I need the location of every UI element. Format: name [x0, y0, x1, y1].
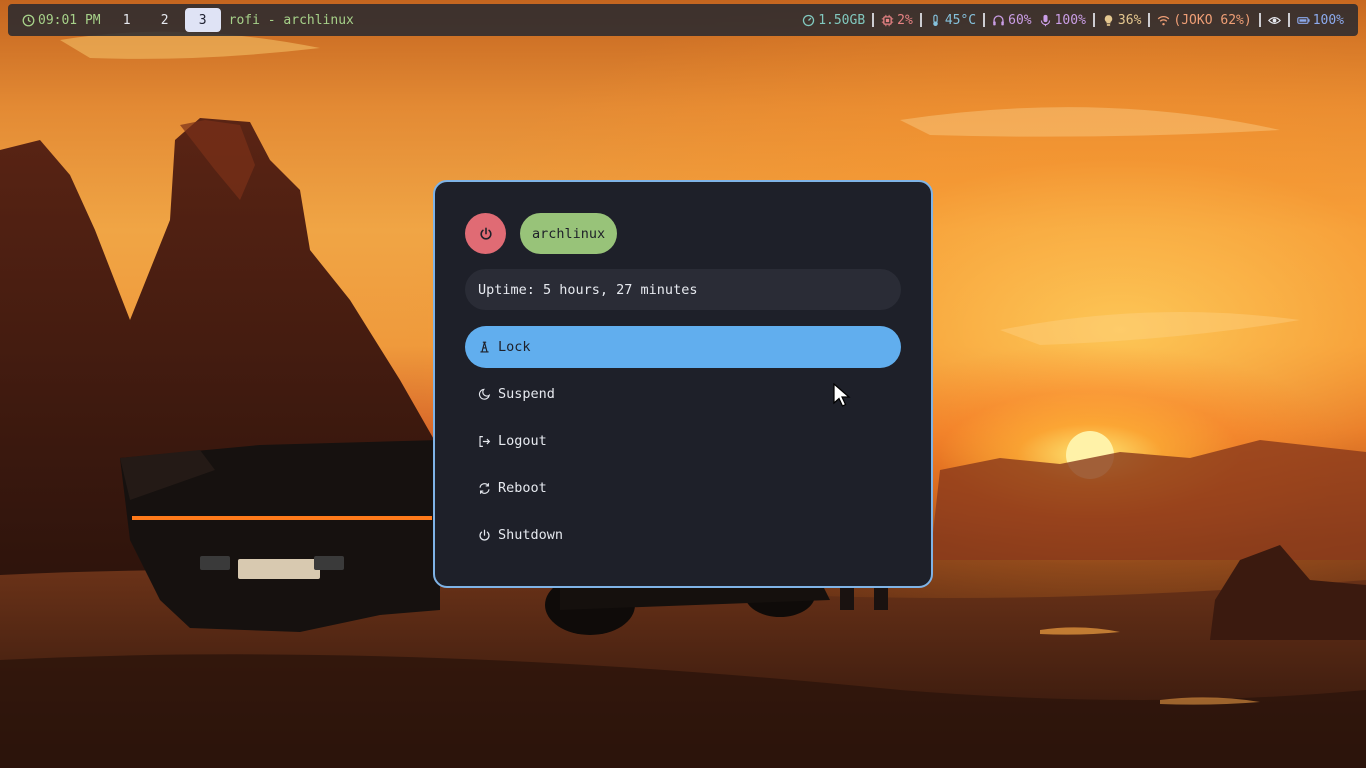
list-item-logout[interactable]: Logout [465, 420, 901, 462]
power-button[interactable] [465, 213, 506, 254]
wifi-icon [1158, 15, 1170, 25]
temperature-value: 45°C [944, 12, 977, 28]
power-menu-window: archlinux Uptime: 5 hours, 27 minutes Lo… [433, 180, 933, 588]
mic-value: 100% [1054, 12, 1086, 28]
workspace-2[interactable]: 2 [147, 8, 183, 32]
hostname-pill: archlinux [520, 213, 618, 254]
thermometer-icon [933, 14, 938, 26]
separator [872, 13, 875, 27]
wifi-module[interactable]: (JOKO 62%) [1157, 12, 1252, 28]
workspace-3[interactable]: 3 [184, 8, 221, 32]
moon-icon [478, 388, 491, 400]
headphones-icon [993, 14, 1004, 25]
power-icon [479, 529, 490, 541]
separator [1092, 13, 1095, 27]
mouse-cursor-icon [833, 383, 851, 407]
separator [1258, 13, 1261, 27]
list-item-label: Logout [498, 433, 547, 449]
cpu-icon [881, 14, 894, 26]
lock-icon [480, 341, 489, 353]
list-item-label: Suspend [498, 386, 555, 402]
cpu-value: 2% [897, 12, 913, 28]
reboot-icon [479, 482, 490, 494]
bulb-icon [1104, 14, 1113, 26]
privacy-module[interactable] [1267, 14, 1281, 27]
battery-module[interactable]: 100% [1296, 12, 1344, 28]
separator [1287, 13, 1290, 27]
separator [983, 13, 986, 27]
window-title: rofi - archlinux [228, 12, 354, 28]
eye-icon [1267, 16, 1281, 24]
brightness-value: 36% [1117, 12, 1142, 28]
clock-text: 09:01 PM [38, 12, 101, 28]
microphone-icon [1040, 14, 1050, 26]
memory-value: 1.50GB [818, 12, 866, 28]
cpu-module[interactable]: 2% [881, 13, 913, 28]
clock-icon [22, 14, 35, 26]
volume-module[interactable]: 60% [992, 12, 1032, 28]
battery-value: 100% [1312, 12, 1344, 28]
list-item-label: Lock [498, 339, 531, 355]
brightness-module[interactable]: 36% [1102, 13, 1141, 28]
clock-module[interactable]: 09:01 PM [8, 13, 101, 28]
list-item-reboot[interactable]: Reboot [465, 467, 901, 509]
gauge-icon [803, 14, 815, 26]
logout-icon [479, 435, 491, 447]
list-item-shutdown[interactable]: Shutdown [465, 514, 901, 556]
volume-value: 60% [1008, 12, 1032, 28]
list-item-lock[interactable]: Lock [465, 326, 901, 368]
wifi-value: (JOKO 62%) [1173, 12, 1252, 28]
list-item-label: Shutdown [498, 527, 564, 543]
workspace-1[interactable]: 1 [109, 8, 145, 32]
temperature-module[interactable]: 45°C [929, 13, 976, 28]
uptime-text: Uptime: 5 hours, 27 minutes [465, 269, 901, 310]
separator [919, 13, 922, 27]
battery-icon [1296, 16, 1310, 24]
mic-module[interactable]: 100% [1039, 13, 1086, 28]
power-options-list: Lock Suspend Logout Reboot Shutdown [465, 326, 901, 561]
list-item-label: Reboot [498, 480, 547, 496]
power-icon [479, 227, 492, 240]
memory-module[interactable]: 1.50GB [802, 13, 865, 28]
separator [1148, 13, 1151, 27]
status-bar: 09:01 PM 1 2 3 rofi - archlinux 1.50GB 2… [8, 4, 1358, 36]
